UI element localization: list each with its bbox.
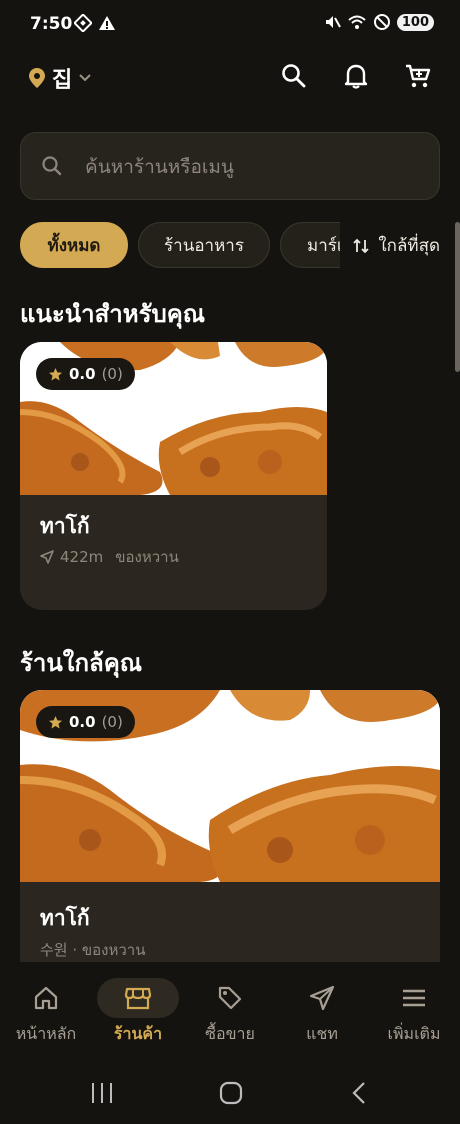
nav-icon-wrap (5, 978, 87, 1018)
location-selector[interactable]: 집 (28, 62, 92, 94)
nav-label: ร้านค้า (113, 1024, 163, 1043)
bottom-navigation: หน้าหลัก ร้านค้า ซื้อขาย แชท เพิ่มเติม (0, 962, 460, 1062)
store-category: ของหวาน (115, 548, 179, 566)
recommended-title: แนะนำสำหรับคุณ (20, 300, 206, 328)
scrollbar[interactable] (455, 222, 460, 372)
do-not-disturb-icon (373, 14, 390, 30)
nav-trade[interactable]: ซื้อขาย (184, 978, 276, 1047)
nav-icon-wrap (97, 978, 179, 1018)
sort-icon (353, 238, 369, 253)
rating-badge: 0.0 (0) (36, 706, 135, 738)
search-input[interactable] (85, 147, 425, 187)
status-right-icons: 100 (323, 13, 434, 31)
nav-icon-wrap (373, 978, 455, 1018)
nav-chat[interactable]: แชท (276, 978, 368, 1047)
chevron-down-icon (79, 74, 91, 82)
tag-icon (218, 986, 242, 1010)
nav-icon-wrap (281, 978, 363, 1018)
mute-icon (325, 16, 341, 28)
store-name: ทาโก้ (40, 514, 90, 538)
search-box (20, 132, 440, 200)
navigation-status-icon (74, 14, 92, 32)
back-button[interactable] (350, 1080, 370, 1106)
chip-restaurant[interactable]: ร้านอาหาร (138, 222, 270, 268)
system-navigation (0, 1062, 460, 1124)
chip-mart[interactable]: มาร์เ (280, 222, 340, 268)
recent-apps-button[interactable] (90, 1080, 114, 1106)
nav-more[interactable]: เพิ่มเติม (368, 978, 460, 1047)
warning-icon (99, 16, 115, 30)
rating-value: 0.0 (69, 713, 96, 731)
sort-button[interactable]: ใกล้ที่สุด (346, 232, 440, 259)
bell-icon (344, 64, 368, 89)
top-bar: 집 (0, 56, 460, 96)
wifi-icon (348, 15, 366, 29)
status-bar: 7:50 100 (0, 0, 460, 50)
location-pin-icon (29, 68, 45, 88)
recommended-store-card[interactable]: 0.0 (0) ทาโก้ 422m ของหวาน (20, 342, 327, 610)
store-distance: 422m (60, 548, 104, 566)
status-left-icons (74, 14, 116, 32)
nav-label: ซื้อขาย (205, 1024, 255, 1043)
notifications-button[interactable] (340, 60, 372, 92)
search-icon (282, 64, 306, 88)
nav-icon-wrap (189, 978, 271, 1018)
store-icon (124, 987, 152, 1010)
top-actions (278, 60, 434, 92)
nav-label: แชท (306, 1024, 338, 1043)
menu-icon (403, 989, 425, 1007)
filter-chips: ทั้งหมด ร้านอาหาร มาร์เ (20, 222, 340, 270)
chip-all[interactable]: ทั้งหมด (20, 222, 128, 268)
home-system-button[interactable] (218, 1080, 244, 1106)
sort-label: ใกล้ที่สุด (378, 236, 440, 256)
nav-store[interactable]: ร้านค้า (92, 978, 184, 1047)
rating-count: (0) (101, 365, 123, 383)
store-meta: 422m ของหวาน (40, 545, 179, 569)
send-icon (309, 985, 335, 1011)
store-photo: 0.0 (0) (20, 342, 327, 495)
rating-count: (0) (101, 713, 123, 731)
search-button[interactable] (278, 60, 310, 92)
cart-button[interactable] (402, 60, 434, 92)
home-icon (34, 986, 58, 1010)
store-photo: 0.0 (0) (20, 690, 440, 882)
search-icon (42, 156, 62, 176)
location-label: 집 (52, 68, 73, 93)
nav-home[interactable]: หน้าหลัก (0, 978, 92, 1047)
store-name: ทาโก้ (40, 906, 90, 930)
rating-badge: 0.0 (0) (36, 358, 135, 390)
star-icon (49, 367, 62, 380)
rating-value: 0.0 (69, 365, 96, 383)
nearby-store-card[interactable]: 0.0 (0) ทาโก้ 수원 · ของหวาน (20, 690, 440, 990)
nav-label: หน้าหลัก (15, 1024, 77, 1043)
status-time: 7:50 (30, 14, 73, 34)
star-icon (49, 715, 62, 728)
nav-label: เพิ่มเติม (387, 1024, 441, 1043)
navigation-arrow-icon (40, 550, 54, 564)
nearby-title: ร้านใกล้คุณ (20, 649, 143, 677)
cart-icon (406, 64, 431, 88)
battery-indicator: 100 (396, 13, 434, 31)
store-meta: 수원 · ของหวาน (40, 941, 146, 959)
